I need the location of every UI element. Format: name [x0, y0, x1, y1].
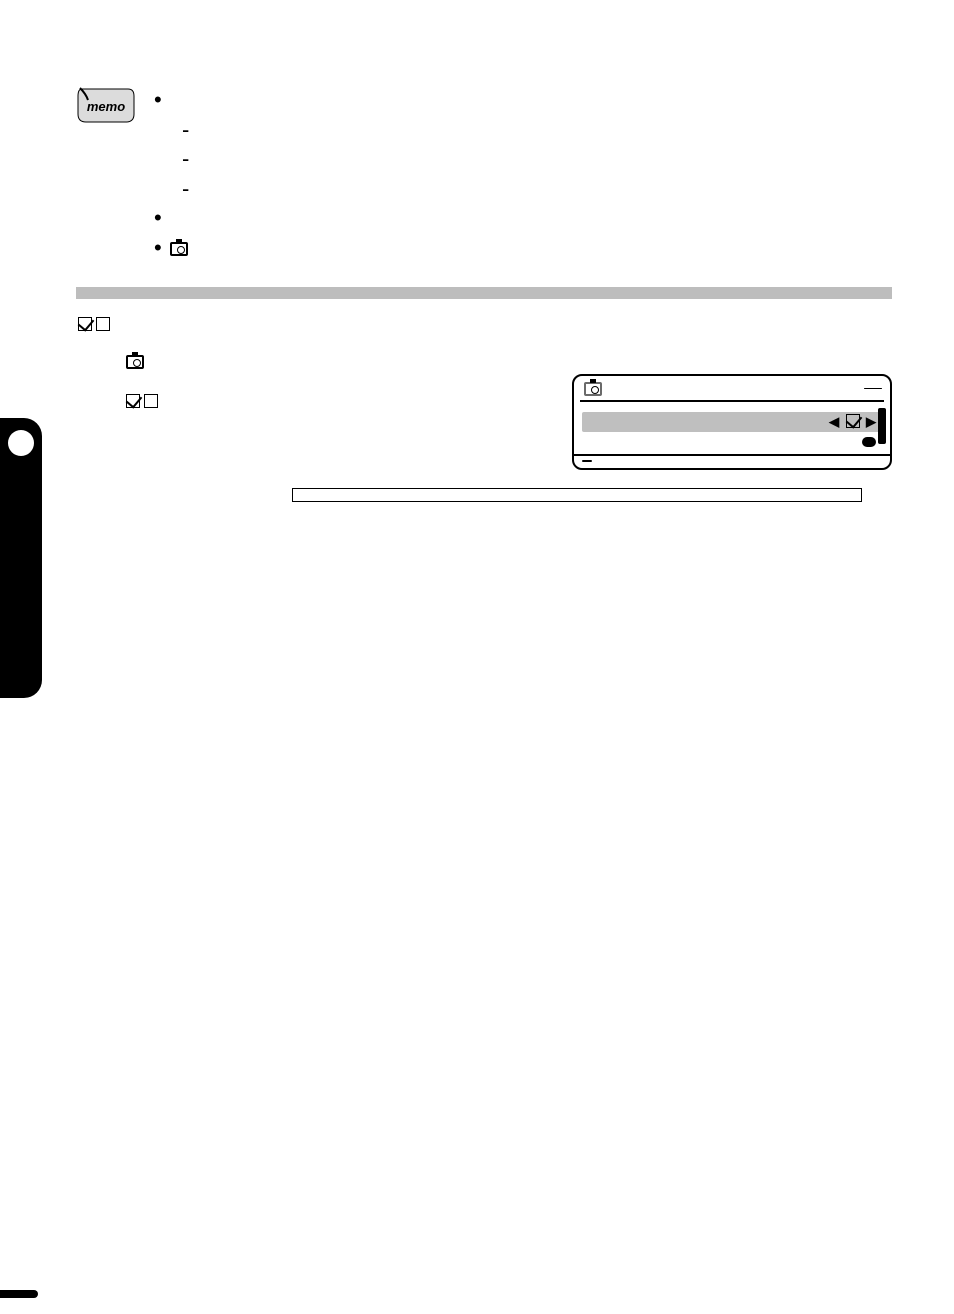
chapter-number: [8, 430, 34, 456]
camera-icon: [126, 355, 144, 369]
cross-reference: [292, 488, 862, 502]
memo-icon: memo: [76, 86, 136, 263]
note-3: [154, 234, 892, 262]
checkbox-off-icon: [96, 317, 110, 331]
lcd-scrollbar: [876, 402, 886, 454]
lcd-tab-icon: [864, 388, 882, 389]
menu-button-icon: [582, 460, 592, 462]
step-number: [76, 346, 106, 374]
step-1-desc: [124, 350, 892, 374]
page-number: [0, 1290, 38, 1298]
step-3-title: [124, 386, 554, 416]
triangle-left-icon: ◀: [829, 414, 839, 429]
chapter-tab: [0, 418, 42, 698]
camera-icon: [584, 382, 602, 396]
triangle-right-icon: ▶: [866, 414, 876, 429]
svg-text:memo: memo: [87, 99, 125, 114]
note-1a: [154, 116, 892, 144]
checkbox-on-icon: [846, 414, 860, 428]
lcd-preview: ◀ ▶: [572, 374, 892, 470]
camera-icon: [170, 242, 188, 256]
step-number: [76, 386, 106, 416]
checkbox-on-icon: [78, 317, 92, 331]
checkbox-on-icon: [126, 394, 140, 408]
lcd-row-green-button: [582, 436, 882, 448]
note-1b: [154, 145, 892, 173]
checkbox-off-icon: [144, 394, 158, 408]
subheading-digital-zoom: [76, 287, 892, 299]
lcd-row-digital-zoom: ◀ ▶: [582, 412, 882, 432]
step-number: [76, 422, 106, 426]
memo-notes: [154, 86, 892, 263]
note-2: [154, 204, 892, 232]
green-button-icon: [862, 437, 876, 447]
intro-text: [76, 309, 892, 338]
note-1: [154, 86, 892, 114]
note-1c: [154, 175, 892, 203]
